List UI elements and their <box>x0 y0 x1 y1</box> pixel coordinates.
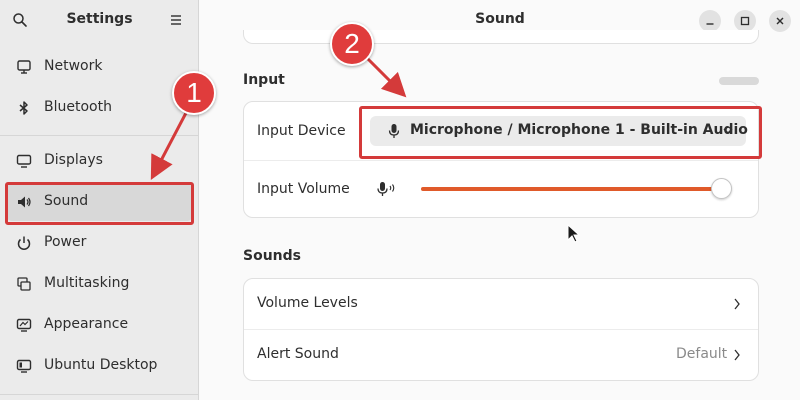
annotation-badge-2: 2 <box>330 22 374 66</box>
arrow-1 <box>150 110 189 180</box>
annotation-arrows <box>150 55 407 180</box>
annotation-badge-1: 1 <box>172 71 216 115</box>
arrow-2 <box>364 55 407 98</box>
